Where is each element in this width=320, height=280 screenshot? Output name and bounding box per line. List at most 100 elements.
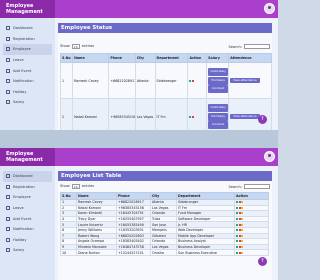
table-header-row: S.No Name Phone City Department Action [60, 192, 269, 200]
page-title: Employee List Table [58, 171, 272, 181]
delete-icon[interactable] [192, 115, 195, 118]
sidebar-item-holiday[interactable]: Holiday [3, 235, 52, 246]
search-control: Search: [228, 44, 270, 49]
search-control: Search: [228, 184, 270, 189]
search-input[interactable] [244, 44, 270, 49]
view-icon[interactable] [241, 240, 244, 243]
salary-cell: Credit salary Hold Salary Increment [206, 62, 230, 99]
sidebar-item-leave[interactable]: Leave [3, 55, 52, 66]
employee-icon [6, 47, 10, 52]
up-arrow-icon[interactable]: ↑ [258, 115, 267, 124]
view-icon[interactable] [241, 201, 244, 204]
sidebar-item-employee[interactable]: Employee [3, 192, 52, 203]
sidebar-item-holiday[interactable]: Holiday [3, 87, 52, 98]
notification-icon [6, 79, 10, 84]
sidebar-item-salary[interactable]: Salary [3, 97, 52, 108]
table-header-row: S.No Name Phone City Department Action S… [59, 53, 272, 63]
avatar[interactable] [264, 3, 275, 14]
table-row: 2 Nabal Kamani +96585345156 Las Vegas IT Fm [60, 204, 269, 212]
table-row: 7 Robert Wang +66820202803 Gilbaten Mobile A… [60, 232, 269, 240]
table-row: 2 Nabal Kamani +96585345156 Las Vegas IT… [59, 98, 272, 130]
notification-icon [6, 227, 10, 232]
dashboard-icon [6, 26, 10, 31]
view-icon[interactable] [241, 212, 244, 215]
table-row: 1 Ramesh Cevey +66822028917 Atlanta Side… [59, 62, 272, 99]
view-attendence-button[interactable]: View attendence [230, 114, 260, 119]
view-attendence-button[interactable]: View attendence [230, 78, 260, 83]
sidebar-item-dashboard[interactable]: Dashboard [3, 171, 52, 182]
sidebar-item-registration[interactable]: Registration [3, 34, 52, 45]
registration-icon [6, 184, 10, 189]
avatar[interactable] [264, 151, 275, 162]
main-content: Employee List Table Show 10 entries Sear… [55, 148, 278, 280]
sidebar-nav: Dashboard Registration Employee Leave Ad… [0, 166, 55, 256]
salary-icon [6, 248, 10, 253]
holiday-icon [6, 89, 10, 94]
action-cell [234, 249, 269, 256]
view-icon[interactable] [241, 218, 244, 221]
view-icon[interactable] [241, 206, 244, 209]
main-content: Employee Status Show 10 entries Search: … [55, 0, 278, 130]
top-bar [55, 148, 278, 166]
sidebar-item-employee[interactable]: Employee [3, 44, 52, 55]
hold-salary-button[interactable]: Hold Salary [208, 76, 228, 85]
sidebar-item-leave[interactable]: Leave [3, 203, 52, 214]
event-icon [6, 68, 10, 73]
salary-cell: Credit salary Hold Salary Increment [206, 98, 230, 130]
view-icon[interactable] [241, 246, 244, 249]
delete-icon[interactable] [192, 79, 195, 82]
status-table: S.No Name Phone City Department Action S… [59, 53, 272, 130]
leave-icon [6, 206, 10, 211]
table-body: 1 Ramesh Cevey +66822028917 Atlanta Sidebran… [60, 199, 269, 256]
table-row: 10 Diane Burton +15244327151 Omaha Sun Busin… [60, 249, 269, 256]
action-cell [187, 62, 208, 99]
up-arrow-icon[interactable]: ↑ [258, 257, 267, 266]
sidebar-item-salary[interactable]: Salary [3, 245, 52, 256]
salary-icon [6, 100, 10, 105]
page-title: Employee Status [58, 23, 272, 33]
list-card: Employee List Table Show 10 entries Sear… [58, 171, 272, 280]
search-input[interactable] [244, 184, 270, 189]
increment-button[interactable]: Increment [208, 121, 228, 130]
brand-title: Employee Management [0, 148, 55, 166]
view-icon[interactable] [241, 229, 244, 232]
leave-icon [6, 58, 10, 63]
status-card: Employee Status Show 10 entries Search: … [58, 23, 272, 130]
view-icon[interactable] [241, 223, 244, 226]
table-row: 5 Laurie Kutzertz +16055385490 San Jose Jr. … [60, 221, 269, 228]
sidebar: Employee Management Dashboard Registrati… [0, 0, 55, 130]
event-icon [6, 216, 10, 221]
employee-table: S.No Name Phone City Department Action 1… [60, 192, 269, 256]
increment-button[interactable]: Increment [208, 85, 228, 94]
table-row: 8 Angela Ocampo +18583405402 Orlando Busines… [60, 238, 269, 245]
view-icon[interactable] [241, 251, 244, 254]
entries-select[interactable]: 10 [71, 184, 80, 189]
sidebar-item-registration[interactable]: Registration [3, 182, 52, 193]
sidebar-item-add-event[interactable]: Add Event [3, 65, 52, 76]
sidebar-nav: Dashboard Registration Employee Leave Ad… [0, 18, 55, 108]
sidebar-item-notification[interactable]: Notification [3, 76, 52, 87]
credit-salary-button[interactable]: Credit salary [208, 67, 228, 76]
entries-control: Show 10 entries [60, 44, 95, 49]
employee-icon [6, 195, 10, 200]
registration-icon [6, 36, 10, 41]
view-icon[interactable] [241, 234, 244, 237]
action-cell [187, 98, 208, 130]
sidebar-item-add-event[interactable]: Add Event [3, 213, 52, 224]
screenshot-divider [0, 130, 278, 148]
sidebar-item-notification[interactable]: Notification [3, 224, 52, 235]
table-row: 3 Karen Kimbrell +16445704791 Orlando Fund M… [60, 210, 269, 217]
entries-control: Show 10 entries [60, 184, 95, 189]
dashboard-icon [6, 174, 10, 179]
brand-title: Employee Management [0, 0, 55, 18]
sidebar: Employee Management Dashboard Registrati… [0, 148, 55, 280]
entries-select[interactable]: 10 [71, 44, 80, 49]
table-row: 9 Mindela Mansiole +16464743758 Las Vegas Bu… [60, 243, 269, 251]
employee-list-screen: Employee Management Dashboard Registrati… [0, 148, 278, 280]
table-row: 6 Jenny Williams +16353203931 Memphis Web De… [60, 227, 269, 234]
hold-salary-button[interactable]: Hold Salary [208, 112, 228, 121]
top-bar [55, 0, 278, 18]
credit-salary-button[interactable]: Credit salary [208, 103, 228, 112]
sidebar-item-dashboard[interactable]: Dashboard [3, 23, 52, 34]
employee-status-screen: Employee Management Dashboard Registrati… [0, 0, 278, 130]
